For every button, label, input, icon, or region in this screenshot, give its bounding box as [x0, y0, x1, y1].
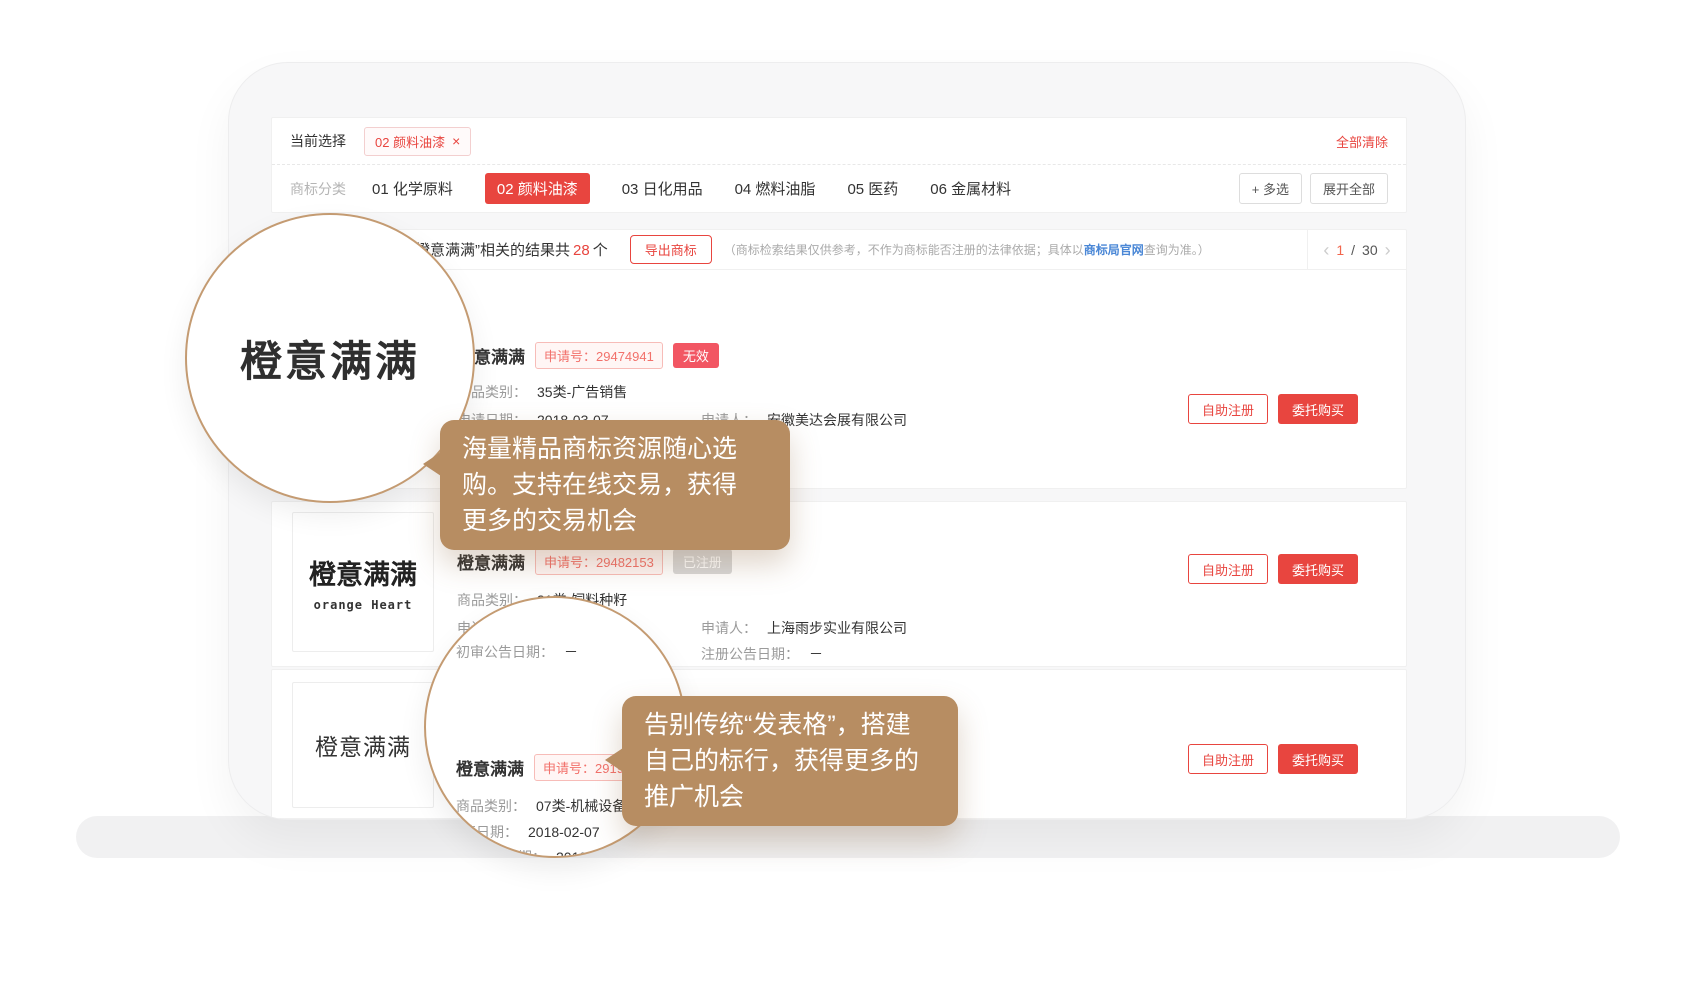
apply-date-value: 2018-02-07	[528, 824, 600, 840]
reg-announce-field: 注册公告日期： －	[701, 644, 823, 664]
pagination: ‹ 1 / 30 ›	[1307, 230, 1406, 270]
first-trial-value: －	[564, 644, 578, 660]
page: { "colors": { "accent_red": "#e8453f", "…	[0, 0, 1696, 1002]
first-trial-field: 初审公告日期： －	[456, 642, 578, 662]
tooltip-arrow-left-icon	[605, 748, 623, 772]
trademark-office-link[interactable]: 商标局官网	[1084, 243, 1144, 257]
category-row: 商标分类 01 化学原料 02 颜料油漆 03 日化用品 04 燃料油脂 05 …	[272, 165, 1406, 212]
trademark-image-3: 橙意满满	[292, 682, 434, 808]
category-row-label: 商标分类	[290, 179, 346, 199]
trademark-image-main-text: 橙意满满	[315, 728, 411, 762]
tooltip-line: 告别传统“发表格”，搭建	[644, 707, 936, 743]
pagination-current: 1	[1336, 242, 1344, 258]
trademark-image-sub-text: orange Heart	[314, 598, 413, 612]
results-header: 当前分类共检索到“橙意满满”相关的结果共28个 导出商标 （商标检索结果仅供参考…	[272, 230, 1406, 270]
selected-filter-tag[interactable]: 02 颜料油漆 ×	[364, 127, 471, 156]
category-actions: + 多选 展开全部	[1239, 173, 1388, 204]
magnified-trademark-text: 橙意满满	[240, 328, 420, 389]
reg-announce-value: －	[809, 646, 823, 662]
category-field: 商品类别：35类-广告销售	[457, 382, 1177, 402]
application-number-label: 申请号：	[543, 761, 595, 776]
applicant-label: 申请人：	[701, 620, 757, 636]
category-value: 35类-广告销售	[537, 384, 627, 400]
category-item-01[interactable]: 01 化学原料	[372, 178, 453, 199]
reg-announce-label: 注册公告日期：	[701, 646, 799, 662]
trademark-name: 橙意满满	[456, 755, 524, 780]
trademark-title-row-1: 橙意满满 申请号：29474941 无效	[457, 342, 719, 369]
tooltip-arrow-left-icon	[423, 452, 441, 476]
chevron-left-icon[interactable]: ‹	[1323, 241, 1329, 259]
apply-date-label: 申请日期：	[448, 824, 518, 840]
disclaimer-post: 查询为准。）	[1144, 243, 1210, 257]
tooltip-line: 推广机会	[644, 779, 936, 815]
entrust-buy-button[interactable]: 委托购买	[1278, 744, 1358, 774]
self-register-button[interactable]: 自助注册	[1188, 554, 1268, 584]
chevron-right-icon[interactable]: ›	[1385, 241, 1391, 259]
self-register-button[interactable]: 自助注册	[1188, 744, 1268, 774]
category-item-04[interactable]: 04 燃料油脂	[735, 178, 816, 199]
tooltip-line: 更多的交易机会	[462, 503, 768, 539]
self-register-button[interactable]: 自助注册	[1188, 394, 1268, 424]
trademark-image-2: 橙意满满 orange Heart	[292, 512, 434, 652]
application-number-label: 申请号：	[544, 555, 596, 570]
expand-all-button[interactable]: 展开全部	[1310, 173, 1388, 204]
selected-filter-tag-label: 02 颜料油漆	[375, 132, 445, 151]
category-item-03[interactable]: 03 日化用品	[622, 178, 703, 199]
disclaimer-pre: （商标检索结果仅供参考，不作为商标能否注册的法律依据；具体以	[724, 243, 1084, 257]
category-field: 商品类别： 07类-机械设备	[456, 796, 626, 816]
clear-all-link[interactable]: 全部清除	[1336, 132, 1388, 151]
status-badge-invalid: 无效	[673, 343, 719, 368]
category-item-06[interactable]: 06 金属材料	[930, 178, 1011, 199]
applicant-value: 上海雨步实业有限公司	[767, 620, 907, 636]
application-number-tag: 申请号：29474941	[535, 342, 663, 369]
row-actions-3: 自助注册 委托购买	[1188, 744, 1358, 774]
current-selection-label: 当前选择	[290, 131, 346, 151]
export-trademark-button[interactable]: 导出商标	[630, 235, 712, 264]
apply-date-field: 申请日期： 2018-02-07	[448, 822, 600, 842]
trademark-name: 橙意满满	[457, 549, 525, 574]
pagination-divider: /	[1351, 242, 1355, 258]
first-trial-label: 初审公告日期：	[456, 644, 554, 660]
disclaimer-text: （商标检索结果仅供参考，不作为商标能否注册的法律依据；具体以商标局官网查询为准。…	[724, 241, 1210, 258]
application-number-tag: 申请号：29482153	[535, 548, 663, 575]
entrust-buy-button[interactable]: 委托购买	[1278, 554, 1358, 584]
results-count: 28	[570, 242, 593, 259]
row-actions-1: 自助注册 委托购买	[1188, 394, 1358, 424]
close-icon[interactable]: ×	[452, 134, 460, 148]
trademark-image-main-text: 橙意满满	[309, 553, 417, 592]
application-number-value: 29482153	[596, 555, 654, 570]
entrust-buy-button[interactable]: 委托购买	[1278, 394, 1358, 424]
category-label: 商品类别：	[456, 798, 526, 814]
status-badge-registered: 已注册	[673, 549, 732, 574]
category-item-02-selected[interactable]: 02 颜料油漆	[485, 173, 590, 204]
tooltip-promotion: 告别传统“发表格”，搭建 自己的标行，获得更多的 推广机会	[622, 696, 958, 826]
application-number-label: 申请号：	[544, 349, 596, 364]
tooltip-line: 海量精品商标资源随心选	[462, 431, 768, 467]
row-actions-2: 自助注册 委托购买	[1188, 554, 1358, 584]
applicant-field: 申请人： 上海雨步实业有限公司	[701, 618, 907, 638]
tooltip-line: 自己的标行，获得更多的	[644, 743, 936, 779]
tooltip-marketplace: 海量精品商标资源随心选 购。支持在线交易，获得 更多的交易机会	[440, 420, 790, 550]
pagination-total: 30	[1362, 242, 1378, 258]
current-selection-row: 当前选择 02 颜料油漆 × 全部清除	[272, 118, 1406, 165]
category-item-05[interactable]: 05 医药	[847, 178, 898, 199]
tooltip-line: 购。支持在线交易，获得	[462, 467, 768, 503]
multi-select-button[interactable]: + 多选	[1239, 173, 1302, 204]
filter-card: 当前选择 02 颜料油漆 × 全部清除 商标分类 01 化学原料 02 颜料油漆…	[271, 117, 1407, 213]
category-value: 07类-机械设备	[536, 798, 626, 814]
application-number-value: 29474941	[596, 349, 654, 364]
applicant-value: 安徽美达会展有限公司	[767, 412, 907, 428]
results-summary-suffix: 个	[593, 242, 608, 259]
trademark-title-row-2: 橙意满满 申请号：29482153 已注册	[457, 548, 732, 575]
